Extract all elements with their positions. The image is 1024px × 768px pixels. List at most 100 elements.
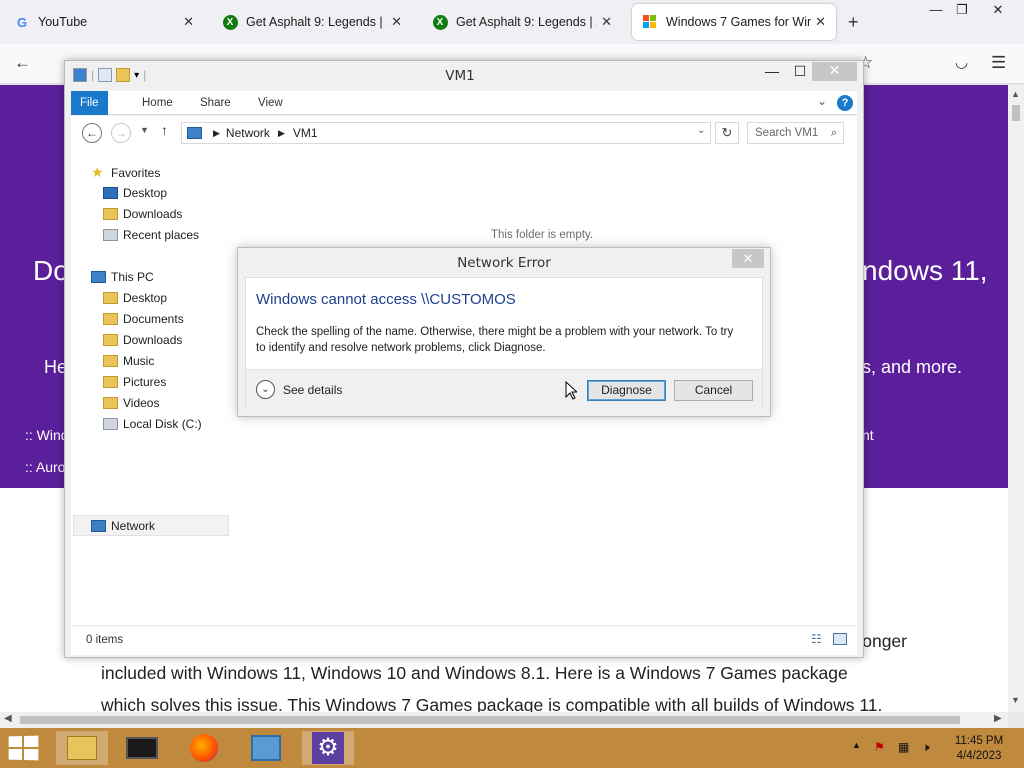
show-hidden-icons[interactable]: ▲ xyxy=(852,740,861,750)
browser-tab-strip: G YouTube ✕ X Get Asphalt 9: Legends | X… xyxy=(0,0,1024,44)
hero-title-right: ndows 11, xyxy=(862,255,988,286)
address-bar[interactable]: ▶ Network ▶ VM1 xyxy=(181,122,711,144)
cancel-button[interactable]: Cancel xyxy=(674,380,753,401)
nav-videos[interactable]: Videos xyxy=(103,393,159,413)
file-explorer-taskbar-button[interactable] xyxy=(56,731,108,765)
up-arrow-icon[interactable]: ↑ xyxy=(161,122,168,138)
hero-link-2[interactable]: :: Auro xyxy=(25,459,65,475)
forward-arrow-icon[interactable]: → xyxy=(111,123,131,143)
search-placeholder: Search VM1 xyxy=(755,127,819,139)
nav-documents[interactable]: Documents xyxy=(103,309,184,329)
firefox-taskbar-button[interactable] xyxy=(178,731,230,765)
close-tab-icon[interactable]: ✕ xyxy=(391,14,402,30)
tab-view[interactable]: View xyxy=(249,91,292,115)
system-clock[interactable]: 11:45 PM 4/4/2023 xyxy=(948,734,1010,764)
nav-favorites-downloads[interactable]: Downloads xyxy=(103,204,182,224)
nav-this-pc[interactable]: This PC xyxy=(91,267,154,287)
volume-muted-icon[interactable]: 🕨 xyxy=(922,740,930,755)
back-arrow-icon[interactable]: ← xyxy=(82,123,102,143)
nav-pc-downloads[interactable]: Downloads xyxy=(103,330,182,350)
expand-ribbon-icon[interactable]: ⌄ xyxy=(817,94,827,108)
star-icon: ★ xyxy=(91,164,104,180)
nav-local-disk[interactable]: Local Disk (C:) xyxy=(103,414,202,434)
start-button[interactable] xyxy=(8,735,39,761)
settings-taskbar-button[interactable]: ⚙ xyxy=(302,731,354,765)
scroll-right-icon[interactable]: ▶ xyxy=(994,713,1002,724)
error-message: Check the spelling of the name. Otherwis… xyxy=(256,326,734,354)
nav-pictures[interactable]: Pictures xyxy=(103,372,166,392)
scroll-down-icon[interactable]: ▼ xyxy=(1011,695,1020,705)
page-horizontal-scrollbar[interactable]: ◀ ▶ xyxy=(0,712,1008,728)
scroll-up-icon[interactable]: ▲ xyxy=(1011,89,1020,99)
control-panel-icon xyxy=(251,735,281,761)
minimize-button[interactable]: — xyxy=(765,63,779,83)
details-view-icon[interactable]: ☷ xyxy=(811,632,822,646)
minimize-button[interactable]: — xyxy=(924,2,948,17)
tab-file[interactable]: File xyxy=(71,91,108,115)
empty-folder-message: This folder is empty. xyxy=(491,229,594,241)
nav-recent-places[interactable]: Recent places xyxy=(103,225,199,245)
breadcrumb-network[interactable]: Network xyxy=(226,126,270,140)
search-icon[interactable]: ⌕ xyxy=(831,123,837,143)
folder-icon xyxy=(103,397,118,409)
close-window-button[interactable]: ✕ xyxy=(986,2,1010,18)
google-icon: G xyxy=(16,14,28,30)
expand-details-icon[interactable]: ⌄ xyxy=(256,380,275,399)
help-icon[interactable]: ? xyxy=(837,95,853,111)
restore-button[interactable]: ❐ xyxy=(950,2,974,18)
item-count: 0 items xyxy=(86,634,124,646)
breadcrumb-current[interactable]: VM1 xyxy=(293,126,318,140)
close-tab-icon[interactable]: ✕ xyxy=(183,14,194,30)
page-vertical-scrollbar[interactable]: ▲ ▼ xyxy=(1008,85,1024,712)
network-tray-icon[interactable]: ▦ xyxy=(898,740,909,754)
see-details-toggle[interactable]: See details xyxy=(283,383,342,397)
network-icon xyxy=(187,127,202,139)
tab-asphalt-1[interactable]: X Get Asphalt 9: Legends | Xbox ✕ xyxy=(212,4,412,40)
nav-network[interactable]: Network xyxy=(91,516,155,536)
scroll-thumb[interactable] xyxy=(1012,105,1020,121)
close-tab-icon[interactable]: ✕ xyxy=(601,14,612,30)
scroll-left-icon[interactable]: ◀ xyxy=(4,713,12,724)
new-tab-button[interactable]: + xyxy=(848,12,859,33)
gear-icon: ⚙ xyxy=(312,732,344,764)
hero-link-1[interactable]: :: Wind xyxy=(25,427,69,443)
recent-places-icon xyxy=(103,229,118,241)
windows-icon xyxy=(642,14,658,30)
folder-icon xyxy=(103,334,118,346)
file-explorer-icon xyxy=(67,736,97,760)
action-center-icon[interactable]: ⚑ xyxy=(874,740,885,754)
search-input[interactable]: Search VM1 ⌕ xyxy=(747,122,844,144)
tab-title: YouTube xyxy=(38,15,88,29)
recent-locations-icon[interactable]: ▼ xyxy=(140,125,149,135)
article-line-2: included with Windows 11, Windows 10 and… xyxy=(101,663,848,683)
explorer-title-bar[interactable]: | ▾ | VM1 — ☐ ✕ xyxy=(65,61,863,89)
tab-home[interactable]: Home xyxy=(133,91,182,115)
nav-music[interactable]: Music xyxy=(103,351,154,371)
large-icons-view-icon[interactable] xyxy=(833,633,847,645)
address-dropdown-icon[interactable]: ⌄ xyxy=(697,125,705,136)
status-bar: 0 items ☷ xyxy=(71,627,857,655)
tab-youtube[interactable]: G YouTube ✕ xyxy=(4,4,204,40)
dialog-close-button[interactable]: ✕ xyxy=(732,249,764,268)
tab-share[interactable]: Share xyxy=(191,91,240,115)
address-row: ← → ▼ ↑ ▶ Network ▶ VM1 ⌄ ↻ Search VM1 ⌕ xyxy=(71,116,857,150)
nav-favorites-desktop[interactable]: Desktop xyxy=(103,183,167,203)
tab-windows7-games[interactable]: Windows 7 Games for Windows ✕ xyxy=(632,4,836,40)
menu-icon[interactable]: ☰ xyxy=(991,53,1006,73)
maximize-button[interactable]: ☐ xyxy=(792,63,808,83)
tab-title: Get Asphalt 9: Legends | Xbox xyxy=(246,15,387,29)
close-tab-icon[interactable]: ✕ xyxy=(815,14,826,30)
scroll-thumb[interactable] xyxy=(20,716,960,724)
remote-desktop-taskbar-button[interactable] xyxy=(116,731,168,765)
folder-icon xyxy=(103,376,118,388)
tab-asphalt-2[interactable]: X Get Asphalt 9: Legends | Xbox ✕ xyxy=(422,4,622,40)
pocket-icon[interactable]: ◡ xyxy=(955,53,968,71)
refresh-icon[interactable]: ↻ xyxy=(715,122,739,144)
control-panel-taskbar-button[interactable] xyxy=(240,731,292,765)
desktop-icon xyxy=(103,187,118,199)
close-button[interactable]: ✕ xyxy=(812,62,857,81)
nav-favorites[interactable]: ★ Favorites xyxy=(91,162,160,182)
back-arrow-icon[interactable]: ← xyxy=(14,53,31,73)
nav-pc-desktop[interactable]: Desktop xyxy=(103,288,167,308)
diagnose-button[interactable]: Diagnose xyxy=(587,380,666,401)
